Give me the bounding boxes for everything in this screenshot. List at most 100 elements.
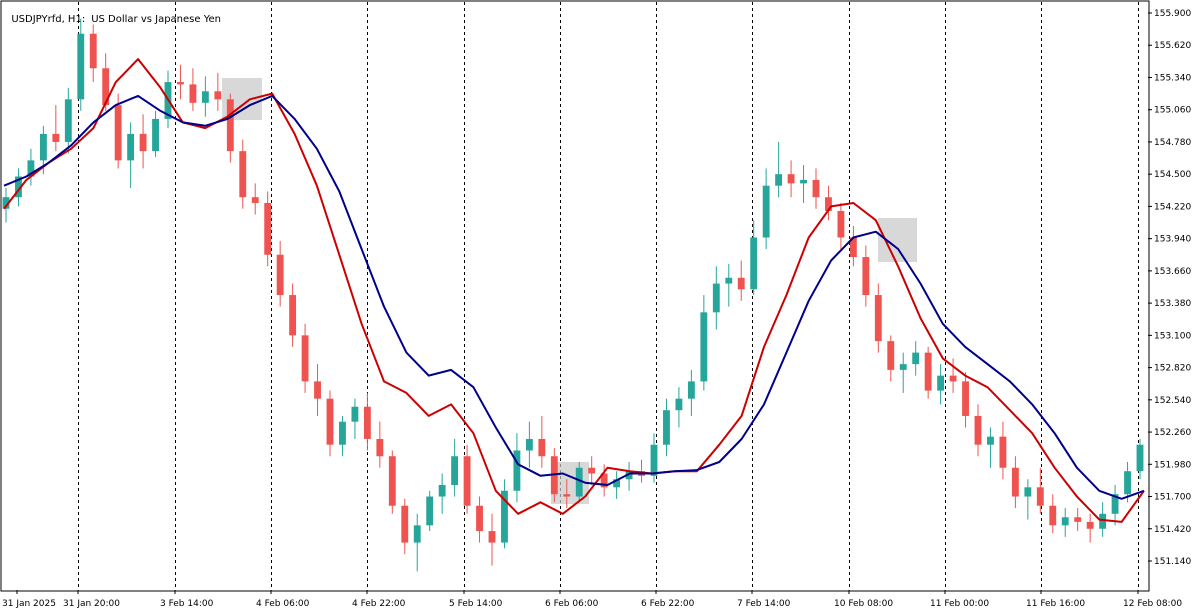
candle-body (127, 133, 135, 161)
x-tick-label: 31 Jan 2025 (2, 599, 56, 609)
y-tick-label: 155.340 (1154, 73, 1191, 83)
candle-body (251, 197, 259, 203)
candle-body (1024, 487, 1032, 497)
candle-body (687, 381, 695, 399)
candle-body (214, 91, 222, 100)
time-axis: 31 Jan 2025 31 Jan 20:00 3 Feb 14:00 4 Feb … (2, 590, 1182, 609)
candle-body (762, 185, 770, 238)
candle-body (937, 375, 945, 391)
y-tick-label: 154.220 (1154, 202, 1191, 212)
candle-body (862, 257, 870, 296)
y-tick-label: 154.780 (1154, 138, 1191, 148)
candle-body (276, 254, 284, 296)
candle-body (563, 494, 571, 497)
y-tick-label: 152.820 (1154, 364, 1191, 374)
candle-body (52, 133, 60, 142)
candle-body (64, 99, 72, 142)
candle-body (650, 444, 658, 476)
candle-body (426, 496, 434, 526)
candle-body (463, 456, 471, 506)
candle-body (89, 33, 97, 69)
y-tick-label: 151.140 (1154, 557, 1191, 567)
y-tick-label: 151.980 (1154, 460, 1191, 470)
y-tick-label: 153.380 (1154, 299, 1191, 309)
candle-body (264, 202, 272, 255)
candle-body (339, 421, 346, 445)
y-tick-label: 153.940 (1154, 235, 1191, 245)
y-tick-label: 153.660 (1154, 267, 1191, 277)
candle-body (388, 456, 396, 506)
candle-body (837, 211, 845, 238)
x-tick-label: 7 Feb 14:00 (737, 599, 791, 609)
highlight-box (878, 218, 917, 262)
candle-body (438, 485, 446, 497)
candle-body (177, 82, 184, 85)
candle-body (912, 352, 920, 365)
x-tick-label: 6 Feb 22:00 (641, 599, 695, 609)
candle-body (700, 312, 708, 382)
price-chart[interactable]: 155.900 155.620 155.340 155.060 154.780 154.5… (0, 0, 1197, 612)
candle-body (999, 436, 1007, 468)
y-tick-label: 154.500 (1154, 170, 1191, 180)
candle-body (525, 438, 533, 451)
y-tick-label: 153.100 (1154, 331, 1191, 341)
candle-body (750, 237, 758, 290)
candle-body (401, 505, 409, 543)
price-axis: 155.900 155.620 155.340 155.060 154.780 154.5… (1148, 9, 1191, 567)
x-tick-label: 31 Jan 20:00 (63, 599, 120, 609)
candle-body (326, 398, 334, 445)
candle-body (663, 410, 670, 445)
candle-body (226, 99, 234, 152)
candle-body (987, 436, 994, 445)
y-tick-label: 151.700 (1154, 493, 1191, 503)
candle-body (1124, 471, 1131, 495)
candle-body (1086, 521, 1094, 529)
candle-body (800, 179, 807, 184)
candle-body (812, 179, 820, 198)
y-tick-label: 155.060 (1154, 106, 1191, 116)
candle-body (1036, 487, 1044, 506)
candle-body (737, 277, 745, 290)
candle-body (152, 118, 159, 152)
candle-body (712, 283, 720, 313)
x-tick-label: 12 Feb 08:00 (1123, 599, 1182, 609)
candle-body (239, 151, 247, 198)
candle-body (775, 174, 783, 186)
candle-body (1136, 444, 1144, 472)
candle-body (949, 375, 957, 382)
candle-body (974, 415, 982, 445)
x-tick-label: 11 Feb 00:00 (930, 599, 989, 609)
y-tick-label: 152.260 (1154, 428, 1191, 438)
candle-body (451, 456, 459, 486)
candle-body (538, 438, 546, 457)
candle-body (1099, 513, 1107, 529)
candle-body (899, 364, 907, 370)
candle-body (189, 84, 197, 103)
candle-body (488, 531, 496, 543)
x-tick-label: 11 Feb 16:00 (1026, 599, 1085, 609)
y-tick-label: 155.620 (1154, 41, 1191, 51)
highlight-boxes (222, 78, 917, 504)
x-tick-label: 10 Feb 08:00 (834, 599, 893, 609)
candle-body (962, 381, 969, 416)
x-tick-label: 3 Feb 14:00 (160, 599, 214, 609)
y-tick-label: 155.900 (1154, 9, 1191, 19)
candle-body (675, 398, 683, 411)
y-tick-label: 152.540 (1154, 396, 1191, 406)
candle-body (39, 133, 47, 161)
candle-body (1049, 505, 1057, 526)
x-tick-label: 6 Feb 06:00 (545, 599, 599, 609)
candle-body (924, 352, 932, 391)
x-tick-label: 4 Feb 22:00 (352, 599, 406, 609)
candle-body (77, 33, 85, 100)
candle-body (725, 277, 733, 284)
y-tick-label: 151.420 (1154, 525, 1191, 535)
candle-body (874, 295, 882, 342)
candle-body (314, 381, 321, 399)
candle-body (413, 525, 421, 543)
candle-body (1061, 517, 1069, 526)
x-tick-label: 5 Feb 14:00 (449, 599, 503, 609)
candle-body (139, 133, 147, 152)
candle-body (476, 505, 483, 532)
x-tick-label: 4 Feb 06:00 (256, 599, 310, 609)
